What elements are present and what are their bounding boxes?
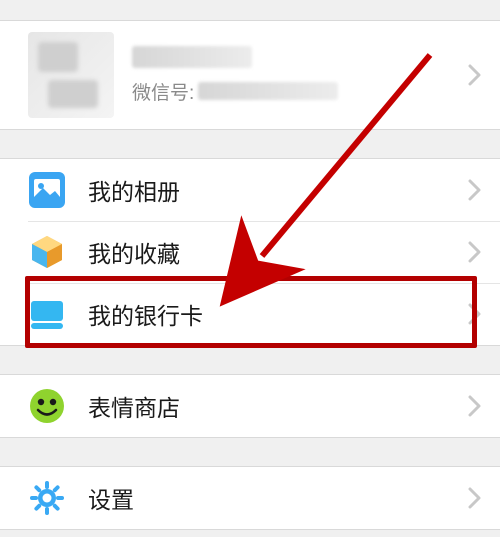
wechat-me-screen: 微信号: 我的相册 [0, 0, 500, 537]
gear-icon [28, 479, 66, 517]
menu-item-settings[interactable]: 设置 [0, 467, 500, 529]
menu-section-3: 设置 [0, 466, 500, 530]
profile-section: 微信号: [0, 20, 500, 130]
menu-item-stickers[interactable]: 表情商店 [0, 375, 500, 437]
bankcard-icon [28, 295, 66, 333]
avatar [28, 32, 114, 118]
profile-row[interactable]: 微信号: [0, 21, 500, 129]
menu-section-1: 我的相册 我的收藏 [0, 158, 500, 346]
favorites-icon [28, 233, 66, 271]
chevron-right-icon [468, 64, 482, 86]
menu-section-2: 表情商店 [0, 374, 500, 438]
menu-item-bankcard[interactable]: 我的银行卡 [0, 283, 500, 345]
menu-item-favorites[interactable]: 我的收藏 [0, 221, 500, 283]
chevron-right-icon [468, 179, 482, 201]
chevron-right-icon [468, 487, 482, 509]
menu-label: 设置 [88, 481, 468, 515]
wechat-id-blurred [198, 82, 338, 100]
chevron-right-icon [468, 395, 482, 417]
chevron-right-icon [468, 303, 482, 325]
menu-label: 我的相册 [88, 173, 468, 207]
menu-label: 我的收藏 [88, 235, 468, 269]
sticker-icon [28, 387, 66, 425]
nickname-blurred [132, 46, 252, 68]
album-icon [28, 171, 66, 209]
menu-label: 我的银行卡 [88, 297, 468, 331]
profile-text: 微信号: [132, 46, 468, 105]
menu-item-album[interactable]: 我的相册 [0, 159, 500, 221]
chevron-right-icon [468, 241, 482, 263]
menu-label: 表情商店 [88, 389, 468, 423]
wechat-id-label: 微信号: [132, 78, 194, 105]
wechat-id-line: 微信号: [132, 78, 468, 105]
